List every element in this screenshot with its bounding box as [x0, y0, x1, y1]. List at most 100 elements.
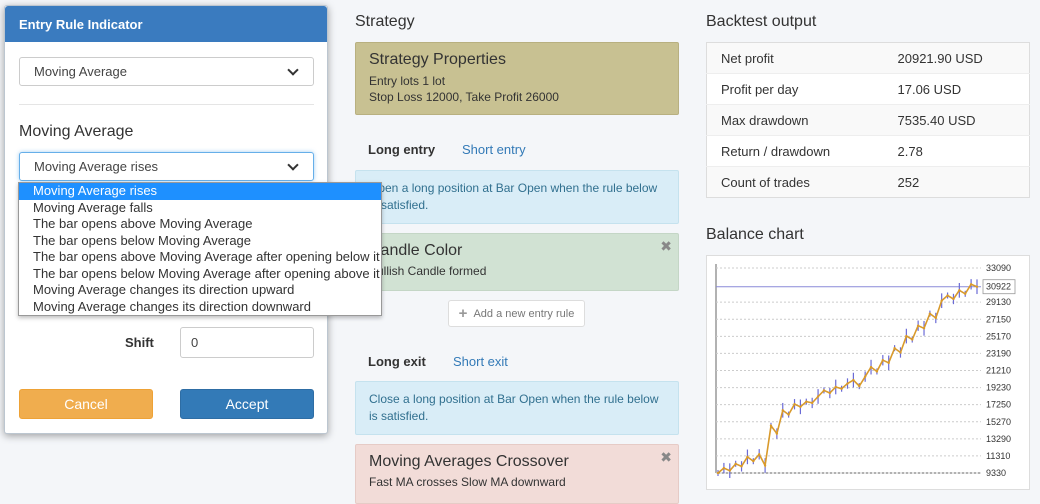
data-point [887, 361, 890, 365]
rule-option[interactable]: Moving Average changes its direction upw… [19, 282, 381, 299]
data-point [934, 316, 937, 320]
data-point [828, 391, 832, 395]
y-tick-label: 13290 [986, 434, 1011, 444]
add-entry-rule-button[interactable]: + Add a new entry rule [448, 300, 585, 327]
y-tick-label: 19230 [986, 383, 1011, 393]
data-point [911, 338, 914, 341]
data-point [922, 327, 926, 330]
y-tick-label: 23190 [986, 348, 1011, 358]
tab-short-exit[interactable]: Short exit [453, 354, 508, 369]
rule-select-options[interactable]: Moving Average rises Moving Average falls… [18, 182, 382, 316]
tab-long-entry[interactable]: Long entry [368, 142, 435, 157]
metric-value: 17.06 USD [897, 73, 1030, 105]
strategy-properties-line2: Stop Loss 12000, Take Profit 26000 [369, 90, 559, 104]
data-point [822, 389, 826, 392]
strategy-properties-box[interactable]: Strategy Properties Entry lots 1 lot Sto… [355, 42, 679, 115]
tab-long-exit[interactable]: Long exit [368, 354, 426, 369]
data-point [875, 370, 879, 373]
data-point [752, 459, 755, 463]
metric-value: 2.78 [897, 135, 1030, 167]
rule-option[interactable]: Moving Average falls [19, 200, 381, 217]
accept-button[interactable]: Accept [180, 389, 314, 419]
y-tick-label: 29130 [986, 297, 1011, 307]
indicator-select-value: Moving Average [34, 64, 127, 79]
rule-option[interactable]: Moving Average changes its direction dow… [19, 299, 381, 316]
divider [19, 104, 314, 105]
rule-option[interactable]: The bar opens below Moving Average [19, 233, 381, 250]
data-point [952, 297, 955, 301]
data-point [734, 462, 737, 465]
data-point [740, 465, 743, 468]
chevron-down-icon [287, 158, 299, 171]
indicator-select[interactable]: Moving Average [19, 57, 314, 86]
metric-label: Max drawdown [706, 104, 898, 136]
data-point [893, 346, 896, 350]
data-point [869, 365, 873, 369]
data-point [787, 413, 790, 416]
data-point [716, 471, 720, 475]
metric-value: 20921.90 USD [897, 42, 1030, 74]
balance-chart-title: Balance chart [706, 226, 804, 243]
data-point [816, 395, 820, 398]
backtest-table: Net profit 20921.90 USD Profit per day 17.0… [706, 42, 1030, 198]
data-point [928, 312, 932, 315]
close-icon[interactable]: ✖ [660, 238, 672, 255]
data-point [969, 283, 973, 286]
data-point [964, 292, 967, 295]
exit-info-box: Close a long position at Bar Open when t… [355, 381, 679, 435]
entry-rule-card[interactable]: Candle Color Bullish Candle formed ✖ [355, 233, 679, 291]
data-point [840, 387, 843, 390]
metric-value: 252 [897, 166, 1030, 198]
data-point [846, 382, 849, 385]
rule-option[interactable]: Moving Average rises [19, 183, 381, 200]
data-point [781, 409, 784, 412]
tab-short-entry[interactable]: Short entry [462, 142, 526, 157]
table-row: Net profit 20921.90 USD [706, 42, 1030, 74]
data-point [758, 453, 761, 456]
data-point [834, 385, 837, 389]
data-point [775, 432, 779, 435]
close-icon[interactable]: ✖ [660, 449, 672, 466]
cancel-button[interactable]: Cancel [19, 389, 153, 419]
data-point [858, 384, 861, 388]
metric-label: Return / drawdown [706, 135, 898, 167]
dialog-title: Entry Rule Indicator [5, 6, 327, 42]
data-point [746, 455, 749, 459]
backtest-title: Backtest output [706, 13, 817, 30]
strategy-properties-line1: Entry lots 1 lot [369, 74, 446, 88]
metric-label: Profit per day [706, 73, 898, 105]
data-point [852, 378, 855, 382]
data-point [881, 359, 885, 362]
entry-tabs: Long entry Short entry [355, 142, 679, 168]
data-point [810, 401, 814, 405]
table-row: Count of trades 252 [706, 166, 1030, 198]
add-entry-rule-label: Add a new entry rule [473, 307, 575, 320]
data-point [975, 285, 979, 288]
rule-select[interactable]: Moving Average rises [19, 152, 314, 181]
chevron-down-icon [287, 63, 299, 76]
entry-rule-heading: Candle Color [369, 242, 463, 259]
data-point [805, 400, 808, 403]
y-tick-label: 27150 [986, 314, 1011, 324]
y-tick-label: 9330 [986, 468, 1006, 478]
plus-icon: + [458, 305, 468, 322]
rule-option[interactable]: The bar opens above Moving Average after… [19, 249, 381, 266]
data-point [916, 324, 920, 327]
rule-select-value: Moving Average rises [34, 159, 159, 174]
data-point [958, 289, 961, 292]
data-point [728, 469, 731, 472]
rule-option[interactable]: The bar opens below Moving Average after… [19, 266, 381, 283]
data-point [722, 466, 726, 470]
shift-label: Shift [125, 335, 154, 350]
exit-tabs: Long exit Short exit [355, 354, 679, 380]
data-point [793, 403, 796, 406]
y-tick-label: 11310 [986, 451, 1010, 461]
data-point [863, 375, 867, 378]
table-row: Return / drawdown 2.78 [706, 135, 1030, 167]
indicator-title: Moving Average [19, 123, 134, 140]
data-point [940, 299, 943, 302]
shift-input[interactable]: 0 [180, 327, 314, 358]
exit-rule-card[interactable]: Moving Averages Crossover Fast MA crosse… [355, 444, 679, 504]
metric-label: Count of trades [706, 166, 898, 198]
rule-option[interactable]: The bar opens above Moving Average [19, 216, 381, 233]
